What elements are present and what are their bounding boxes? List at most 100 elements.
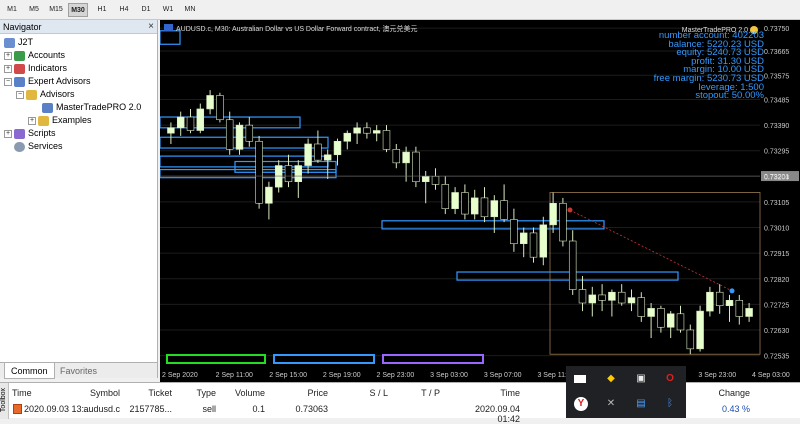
opera-icon[interactable]: O xyxy=(663,372,677,386)
timeframe-w1-button[interactable]: W1 xyxy=(158,3,178,17)
column-header[interactable]: Time xyxy=(12,388,32,398)
candle-body xyxy=(353,127,361,134)
y-tick-label: 0.73750 xyxy=(764,26,789,33)
y-tick-label: 0.73010 xyxy=(764,226,789,233)
table-cell: 0.1 xyxy=(252,404,265,414)
table-cell: 0.43 % xyxy=(721,404,750,414)
timeframe-m1-button[interactable]: M1 xyxy=(2,3,22,17)
candle-body xyxy=(480,197,489,218)
y-tick-label: 0.72915 xyxy=(764,251,789,258)
price-zone-box xyxy=(159,136,329,149)
y-tick-label: 0.72630 xyxy=(764,328,789,335)
column-header[interactable]: T / P xyxy=(400,388,440,398)
candle-body xyxy=(402,151,410,164)
column-header[interactable]: Price xyxy=(288,388,328,398)
timeframe-mn-button[interactable]: MN xyxy=(180,3,200,17)
collapse-icon[interactable]: − xyxy=(4,77,12,86)
panel-button-purple[interactable] xyxy=(382,354,484,364)
expand-icon[interactable]: + xyxy=(28,116,36,125)
tree-item-mastertradepro[interactable]: MasterTradePRO 2.0 xyxy=(42,101,141,114)
candle-body xyxy=(186,116,195,131)
timeframe-m15-button[interactable]: M15 xyxy=(46,3,66,17)
bluetooth-icon[interactable]: ᛒ xyxy=(663,397,677,411)
yandex-icon[interactable]: Y xyxy=(574,397,588,411)
tab-common[interactable]: Common xyxy=(4,363,55,379)
terminal-icon xyxy=(4,37,15,48)
panel-button-blue[interactable] xyxy=(273,354,375,364)
y-tick-label: 0.73665 xyxy=(764,49,789,56)
close-icon[interactable]: × xyxy=(148,20,154,34)
trade-close-marker xyxy=(729,288,735,294)
column-header[interactable]: Volume xyxy=(225,388,265,398)
tree-item-scripts[interactable]: + Scripts xyxy=(4,127,56,140)
expand-icon[interactable]: + xyxy=(4,51,12,60)
app-icon[interactable]: ▣ xyxy=(634,372,648,386)
column-header[interactable]: S / L xyxy=(348,388,388,398)
column-header[interactable]: Ticket xyxy=(132,388,172,398)
timeframe-d1-button[interactable]: D1 xyxy=(136,3,156,17)
folder-icon xyxy=(38,115,49,126)
timeframe-h1-button[interactable]: H1 xyxy=(92,3,112,17)
expand-icon[interactable]: + xyxy=(4,129,12,138)
position-icon xyxy=(13,404,22,414)
candle-body xyxy=(451,192,459,209)
toolbox-side-tab[interactable]: Toolbox xyxy=(0,383,9,419)
y-tick-label: 0.73575 xyxy=(764,73,789,80)
mute-icon[interactable]: ✕ xyxy=(604,397,618,411)
column-header[interactable]: Change xyxy=(710,388,750,398)
tree-item-expert-advisors[interactable]: − Expert Advisors xyxy=(4,75,91,88)
candle-body xyxy=(696,310,704,350)
timeframe-m5-button[interactable]: M5 xyxy=(24,3,44,17)
x-tick-label: 2 Sep 2020 xyxy=(162,372,198,379)
column-header[interactable]: Type xyxy=(176,388,216,398)
collapse-icon[interactable]: − xyxy=(16,90,24,99)
candle-body xyxy=(686,329,695,350)
y-tick-label: 0.73485 xyxy=(764,98,789,105)
y-tick-label: 0.72535 xyxy=(764,354,789,361)
timeframe-h4-button[interactable]: H4 xyxy=(114,3,134,17)
price-chart[interactable]: 0.73201 0.73750 0.73665 0.73575 0.73485 0.73… xyxy=(159,20,800,382)
x-tick-label: 2 Sep 23:00 xyxy=(377,372,415,379)
tree-item-services[interactable]: Services xyxy=(14,140,63,153)
navigator-panel: Navigator × J2T + Accounts + Indicators − E… xyxy=(0,20,158,379)
candle-body xyxy=(441,184,450,209)
navigator-title: Navigator xyxy=(3,22,42,32)
candle-body xyxy=(568,240,577,290)
candle-body xyxy=(637,297,646,317)
candle-body xyxy=(461,192,469,215)
candle-body xyxy=(490,200,499,218)
candle-body xyxy=(578,289,587,304)
tree-item-advisors[interactable]: − Advisors xyxy=(16,88,75,101)
expand-icon[interactable]: + xyxy=(4,64,12,73)
candle-body xyxy=(196,108,205,131)
tab-favorites[interactable]: Favorites xyxy=(54,363,103,379)
candle-body xyxy=(647,308,655,317)
candle-body xyxy=(176,116,185,129)
candle-body xyxy=(314,143,322,161)
tree-item-indicators[interactable]: + Indicators xyxy=(4,62,67,75)
candle-body xyxy=(412,151,420,183)
candle-body xyxy=(657,308,665,328)
panel-button-green[interactable] xyxy=(166,354,266,364)
table-cell: 2157785... xyxy=(129,404,172,414)
tree-item-examples[interactable]: + Examples xyxy=(28,114,92,127)
timeframe-m30-button[interactable]: M30 xyxy=(68,3,88,17)
column-header[interactable]: Time xyxy=(480,388,520,398)
candle-body xyxy=(519,232,528,245)
column-header[interactable]: Symbol xyxy=(80,388,120,398)
expert-icon xyxy=(42,102,53,113)
network-icon[interactable]: ▤ xyxy=(634,397,648,411)
security-shield-icon[interactable]: ◆ xyxy=(604,372,618,386)
scripts-icon xyxy=(14,128,25,139)
battery-icon[interactable] xyxy=(574,375,586,383)
candle-body xyxy=(539,224,548,258)
tree-item-accounts[interactable]: + Accounts xyxy=(4,49,65,62)
candle-body xyxy=(598,294,606,301)
candle-body xyxy=(735,300,744,317)
table-cell: 2020.09.04 01:42 xyxy=(474,404,520,424)
candle-body xyxy=(617,291,626,304)
candle-body xyxy=(500,200,508,220)
x-tick-label: 2 Sep 15:00 xyxy=(269,372,307,379)
chart-header: AUDUSD.c, M30: Australian Dollar vs US D… xyxy=(164,24,418,34)
tree-item-account[interactable]: J2T xyxy=(4,36,33,49)
